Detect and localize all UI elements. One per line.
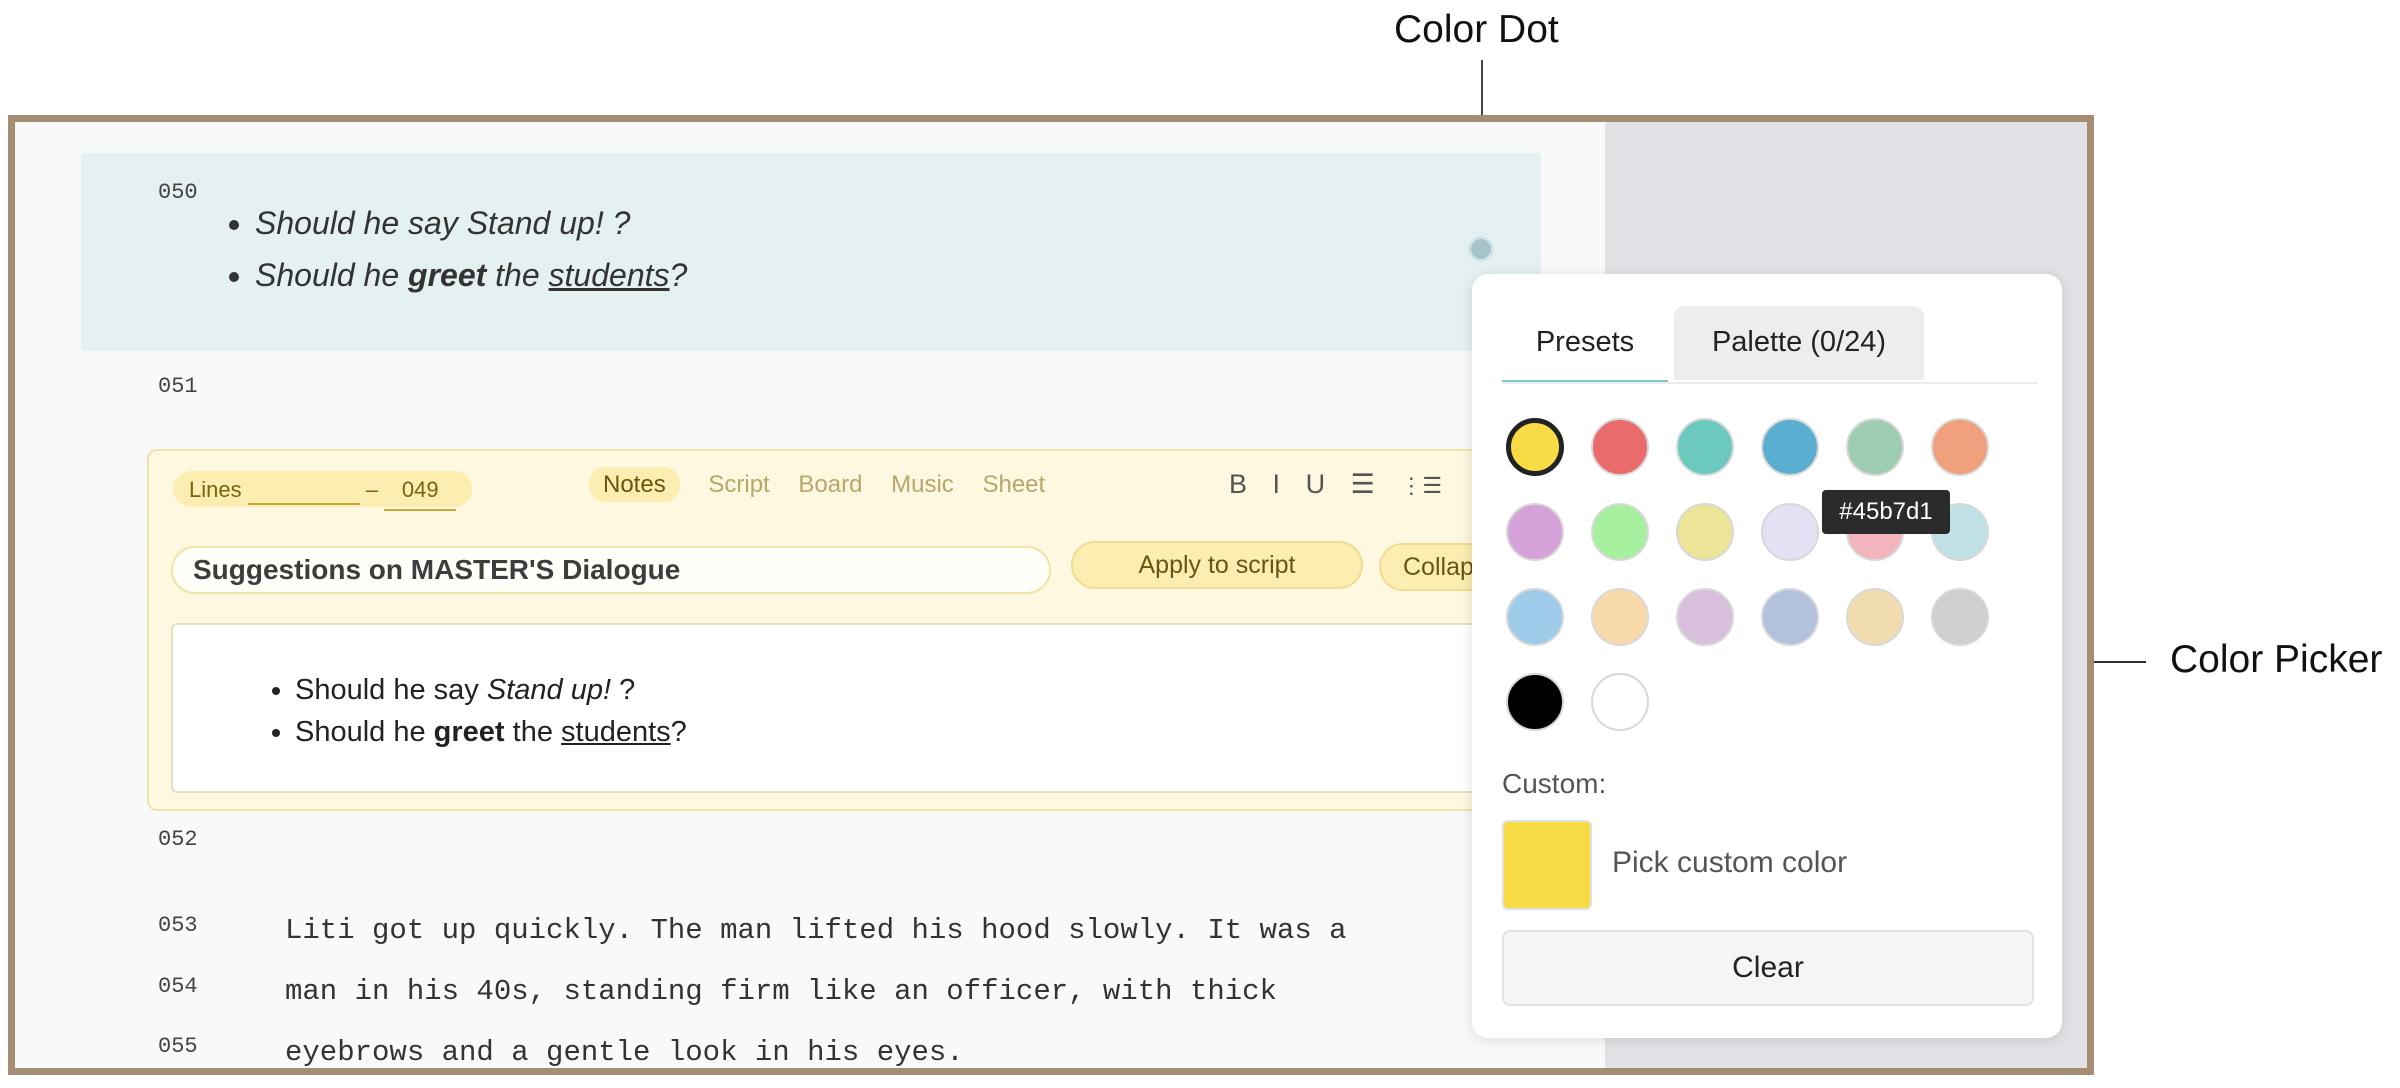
line-number: 051 xyxy=(158,374,198,399)
script-line: man in his 40s, standing firm like an of… xyxy=(285,975,1277,1008)
color-swatch[interactable] xyxy=(1676,418,1734,476)
note-title-input[interactable]: Suggestions on MASTER'S Dialogue xyxy=(171,546,1051,594)
script-line: eyebrows and a gentle look in his eyes. xyxy=(285,1036,964,1069)
color-swatch[interactable] xyxy=(1591,503,1649,561)
line-050-bullets: Should he say Stand up! ? Should he gree… xyxy=(255,197,687,301)
clear-button[interactable]: Clear xyxy=(1502,930,2034,1006)
color-swatch[interactable] xyxy=(1846,588,1904,646)
tab-notes[interactable]: Notes xyxy=(589,467,680,502)
apply-to-script-button[interactable]: Apply to script xyxy=(1071,541,1363,589)
lines-to-input[interactable]: 049 xyxy=(384,471,457,511)
color-swatch[interactable] xyxy=(1591,418,1649,476)
tab-divider xyxy=(1502,382,2038,384)
tab-palette[interactable]: Palette (0/24) xyxy=(1674,306,1924,380)
color-swatch[interactable] xyxy=(1676,503,1734,561)
pick-custom-color-button[interactable]: Pick custom color xyxy=(1612,846,1847,880)
color-swatch[interactable] xyxy=(1761,588,1819,646)
color-swatch[interactable] xyxy=(1846,418,1904,476)
lines-from-input[interactable] xyxy=(247,477,360,506)
color-swatch[interactable] xyxy=(1506,588,1564,646)
color-swatch[interactable] xyxy=(1506,418,1564,476)
numbered-list-icon[interactable]: ⋮☰ xyxy=(1400,473,1442,498)
swatch-tooltip: #45b7d1 xyxy=(1822,490,1950,534)
bullet-list-icon[interactable]: ☰ xyxy=(1351,469,1375,499)
annotation-color-dot: Color Dot xyxy=(1394,8,1559,51)
format-toolbar: B I U ☰ ⋮☰ xyxy=(1229,469,1460,500)
bold-button[interactable]: B xyxy=(1229,469,1247,499)
color-swatch[interactable] xyxy=(1931,588,1989,646)
color-swatch[interactable] xyxy=(1591,588,1649,646)
color-swatch[interactable] xyxy=(1931,418,1989,476)
custom-label: Custom: xyxy=(1502,768,1607,799)
note-card: Lines – 049 Notes Script Board Music She… xyxy=(147,449,1547,811)
color-swatch[interactable] xyxy=(1506,673,1564,731)
list-item: Should he greet the students? xyxy=(295,711,1529,753)
underline-button[interactable]: U xyxy=(1306,469,1326,499)
color-swatch[interactable] xyxy=(1676,588,1734,646)
tab-script[interactable]: Script xyxy=(708,471,769,498)
line-number: 052 xyxy=(158,827,198,852)
tab-music[interactable]: Music xyxy=(891,471,954,498)
tab-presets[interactable]: Presets xyxy=(1502,306,1668,383)
lines-range-field[interactable]: Lines – 049 xyxy=(173,471,473,511)
line-number: 050 xyxy=(158,180,198,205)
note-tabs: Notes Script Board Music Sheet xyxy=(589,467,1067,502)
tab-board[interactable]: Board xyxy=(798,471,862,498)
list-item: Should he say Stand up! ? xyxy=(295,669,1529,711)
line-number: 055 xyxy=(158,1034,198,1059)
list-item: Should he say Stand up! ? xyxy=(255,197,687,249)
color-swatch[interactable] xyxy=(1761,503,1819,561)
color-swatch[interactable] xyxy=(1591,673,1649,731)
color-picker: Presets Palette (0/24) #45b7d1 Custom: P… xyxy=(1472,274,2062,1038)
list-item: Should he greet the students? xyxy=(255,249,687,301)
color-dot[interactable] xyxy=(1468,236,1494,262)
script-line: Liti got up quickly. The man lifted his … xyxy=(285,914,1347,947)
italic-button[interactable]: I xyxy=(1273,469,1281,499)
color-swatch[interactable] xyxy=(1506,503,1564,561)
line-number: 053 xyxy=(158,913,198,938)
line-number: 054 xyxy=(158,974,198,999)
annotation-color-picker: Color Picker xyxy=(2170,638,2383,681)
note-editor[interactable]: Should he say Stand up! ? Should he gree… xyxy=(171,623,1531,793)
color-swatch[interactable] xyxy=(1761,418,1819,476)
custom-color-swatch[interactable] xyxy=(1502,820,1592,910)
tab-sheet[interactable]: Sheet xyxy=(982,471,1045,498)
